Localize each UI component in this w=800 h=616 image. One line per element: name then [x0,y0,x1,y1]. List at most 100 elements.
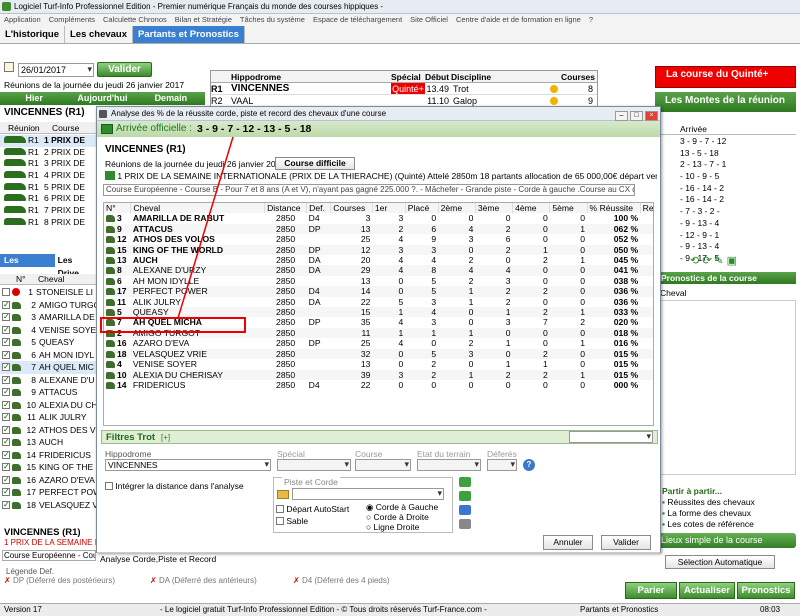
horse-checkbox[interactable] [2,461,10,474]
menu-item[interactable]: Site Officiel [410,14,448,26]
horse-row[interactable]: 14FRIDERICUS [0,449,96,461]
valider-dialog-button[interactable]: Valider [601,535,651,550]
horse-row[interactable]: 2AMIGO TURGO [0,299,96,311]
col-header[interactable]: N° [104,203,132,214]
arrivee-row[interactable]: - 16 - 14 - 2 [660,194,796,206]
col-header[interactable]: Distance [264,203,308,214]
terrain-select[interactable] [417,459,481,471]
selection-auto-button[interactable]: Sélection Automatique [665,555,775,569]
horse-checkbox[interactable] [2,349,10,361]
race-row[interactable]: R1 2 PRIX DE [0,147,96,159]
horse-row[interactable]: 15KING OF THE [0,461,96,474]
col-header[interactable]: 5ème [549,203,588,214]
table-row[interactable]: 13AUCH2850DA20442021045 %1'14"23Le 21/0 [104,255,653,265]
table-row[interactable]: 14FRIDERICUS2850D422000000000 %1'13"98Le… [104,380,653,390]
race-row[interactable]: R1 4 PRIX DE [0,170,96,182]
arrivee-row[interactable]: 13 - 5 - 18 [660,148,796,160]
race-row[interactable]: R1 3 PRIX DE [0,158,96,170]
horse-row[interactable]: 6AH MON IDYL [0,349,96,361]
montes-button[interactable]: Les Montes de la réunion [655,92,796,112]
col-header[interactable]: 2ème [438,203,476,214]
col-header[interactable]: Placé [405,203,439,214]
lieux-simple-button[interactable]: Lieux simple de la course [655,533,796,548]
autostart-checkbox[interactable] [276,505,284,513]
sync-icon[interactable] [459,491,471,501]
horse-checkbox[interactable] [2,288,10,296]
horse-row[interactable]: 1 STONEISLE LI [0,286,96,299]
arrivee-row[interactable]: - 16 - 14 - 2 [660,183,796,195]
arrivee-row[interactable]: - 7 - 3 - 2 - [660,206,796,218]
table-row[interactable]: 10 ALEXIA DU CHERISAY 2850 39 3 2 1 2 2 1 015 %1'1… [104,369,653,380]
minimize-icon[interactable]: – [615,111,628,121]
help-icon[interactable]: ? [523,459,535,471]
hippodrome-select[interactable]: VINCENNES [105,459,271,471]
partir-item[interactable]: ▪ Réussites des chevaux [662,497,755,508]
arrivee-row[interactable]: - 9 - 13 - 4 [660,218,796,230]
valider-button[interactable]: Valider [97,62,152,77]
piste-select[interactable] [292,488,444,500]
table-row[interactable]: 8 ALEXANE D'URZY 2850 DA 29 4 8 4 4 0 0 041 %1'12"9… [104,265,653,276]
col-header[interactable]: % Réussite [587,203,641,214]
horse-checkbox[interactable] [2,411,10,424]
ligne-droite-radio[interactable]: ○ Ligne Droite [366,522,438,532]
horse-checkbox[interactable] [2,299,10,311]
horse-checkbox[interactable] [2,474,10,486]
horse-row[interactable]: 17PERFECT POW [0,486,96,499]
calendar-icon[interactable] [4,62,14,72]
table-row[interactable]: 2AMIGO TURGOT285011111000018 %1'14"89Le … [104,327,653,339]
nav-demain[interactable]: Demain [137,92,205,105]
horse-row[interactable]: 4VENISE SOYE [0,324,96,336]
menu-item[interactable]: Centre d'aide et de formation en ligne [456,14,581,26]
sable-checkbox[interactable] [276,517,284,525]
partir-item[interactable]: ▪ Les cotes de référence [662,519,755,530]
menu-item[interactable]: Bilan et Stratégie [175,14,232,26]
race-row[interactable]: R1 8 PRIX DE [0,217,96,229]
horse-row[interactable]: 16AZARO D'EVA [0,474,96,486]
annuler-button[interactable]: Annuler [543,535,593,550]
tab-partants[interactable]: Partants et Pronostics [133,26,245,43]
horse-row[interactable]: 12ATHOS DES V [0,424,96,436]
close-icon[interactable]: × [645,111,658,121]
arrivee-row[interactable]: - 10 - 9 - 5 [660,171,796,183]
table-row[interactable]: 11ALIK JULRY2850DA22531200036 %1'13"65Le… [104,297,653,307]
col-header[interactable]: Cheval [130,203,266,214]
tab-les-partants[interactable]: Les partants [0,254,55,278]
tab-historique[interactable]: L'historique [0,26,65,43]
actualiser-button[interactable]: Actualiser [679,582,735,599]
course-select[interactable] [355,459,411,471]
race-row[interactable]: R1 7 PRIX DE [0,205,96,217]
sable-row[interactable]: Sable [276,516,308,526]
parier-button[interactable]: Parier [625,582,677,599]
horse-row[interactable]: 7AH QUEL MIC [0,361,96,374]
horse-checkbox[interactable] [2,436,10,449]
export-icon[interactable] [459,505,471,515]
table-row[interactable]: 17 PERFECT POWER 2850 D4 14 0 5 1 2 2 0 036 %1'14"3… [104,286,653,297]
table-row[interactable]: 5QUEASY285015140121033 %1'13"82Le 28/0 [104,307,653,318]
table-row[interactable]: 3 AMARILLA DE RABUT 2850 D4 3 3 0 0 0 0 0 100 %1'13… [104,213,653,223]
horse-checkbox[interactable] [2,486,10,499]
horse-checkbox[interactable] [2,336,10,349]
arrivee-row[interactable]: 3 - 9 - 7 - 12 [660,136,796,148]
corde-gauche-radio[interactable]: ◉ Corde à Gauche [366,502,438,512]
horse-checkbox[interactable] [2,399,10,411]
print-icon[interactable] [459,519,471,529]
arrivee-row[interactable]: - 12 - 9 - 1 [660,230,796,242]
autostart-row[interactable]: Départ AutoStart [276,504,349,514]
col-header[interactable]: 4ème [512,203,551,214]
refresh-icon[interactable] [459,477,471,487]
table-row[interactable]: 16AZARO D'EVA2850DP25402101016 %1'14"01L… [104,338,653,348]
horse-row[interactable]: 5QUEASY [0,336,96,349]
deferes-select[interactable] [487,459,517,471]
pronostics-button[interactable]: Pronostics [737,582,795,599]
tab-les-drivers[interactable]: Les Drive [55,254,96,278]
horse-checkbox[interactable] [2,386,10,399]
quinte-button[interactable]: La course du Quinté+ [655,66,796,88]
menu-item[interactable]: Tâches du système [240,14,305,26]
table-row[interactable]: 4VENISE SOYER285013020110015 %1'16"54Le … [104,359,653,369]
nav-hier[interactable]: Hier [0,92,68,105]
race-row[interactable]: R1 6 PRIX DE [0,193,96,205]
special-select[interactable] [277,459,351,471]
horse-checkbox[interactable] [2,424,10,436]
horse-checkbox[interactable] [2,324,10,336]
date-select[interactable]: 26/01/2017 [18,63,94,77]
